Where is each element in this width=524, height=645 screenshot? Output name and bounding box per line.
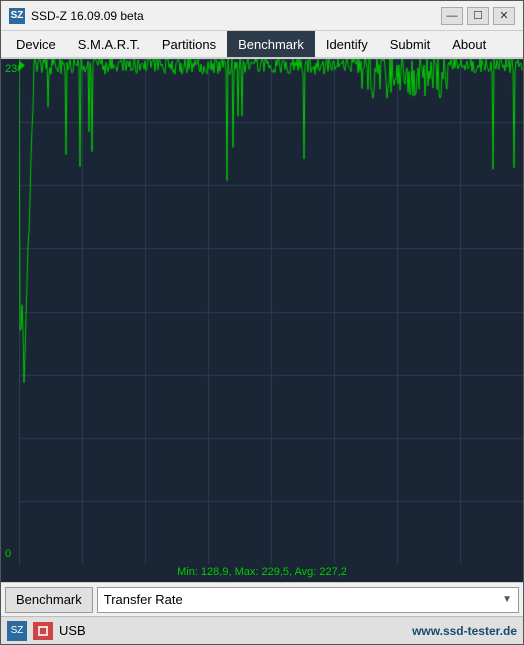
status-bar: SZ USB www.ssd-tester.de [1, 616, 523, 644]
window-controls: — ☐ ✕ [441, 7, 515, 25]
window-title: SSD-Z 16.09.09 beta [31, 9, 144, 23]
menu-benchmark[interactable]: Benchmark [227, 31, 315, 57]
transfer-rate-dropdown[interactable]: Transfer Rate ▼ [97, 587, 519, 613]
menu-submit[interactable]: Submit [379, 31, 441, 57]
menu-partitions[interactable]: Partitions [151, 31, 227, 57]
drive-type-icon [33, 622, 53, 640]
chart-stats: Min: 128,9, Max: 229,5, Avg: 227,2 [1, 566, 523, 578]
chart-y-min: 0 [5, 548, 11, 560]
benchmark-button[interactable]: Benchmark [5, 587, 93, 613]
chart-area: Work in Progress – Results Unreliable 23… [1, 59, 523, 582]
usb-icon [36, 624, 50, 638]
brand-label: www.ssd-tester.de [412, 624, 517, 638]
dropdown-label: Transfer Rate [104, 592, 183, 607]
main-window: SZ SSD-Z 16.09.09 beta — ☐ ✕ Device S.M.… [0, 0, 524, 645]
bottom-controls: Benchmark Transfer Rate ▼ [1, 582, 523, 616]
benchmark-chart [19, 59, 523, 564]
menu-identify[interactable]: Identify [315, 31, 379, 57]
menu-device[interactable]: Device [5, 31, 67, 57]
close-button[interactable]: ✕ [493, 7, 515, 25]
menu-smart[interactable]: S.M.A.R.T. [67, 31, 151, 57]
maximize-button[interactable]: ☐ [467, 7, 489, 25]
minimize-button[interactable]: — [441, 7, 463, 25]
app-status-icon: SZ [7, 621, 27, 641]
title-bar: SZ SSD-Z 16.09.09 beta — ☐ ✕ [1, 1, 523, 31]
title-bar-left: SZ SSD-Z 16.09.09 beta [9, 8, 144, 24]
menu-bar: Device S.M.A.R.T. Partitions Benchmark I… [1, 31, 523, 59]
menu-about[interactable]: About [441, 31, 497, 57]
dropdown-arrow-icon: ▼ [502, 594, 512, 605]
drive-label: USB [59, 623, 406, 638]
app-icon: SZ [9, 8, 25, 24]
